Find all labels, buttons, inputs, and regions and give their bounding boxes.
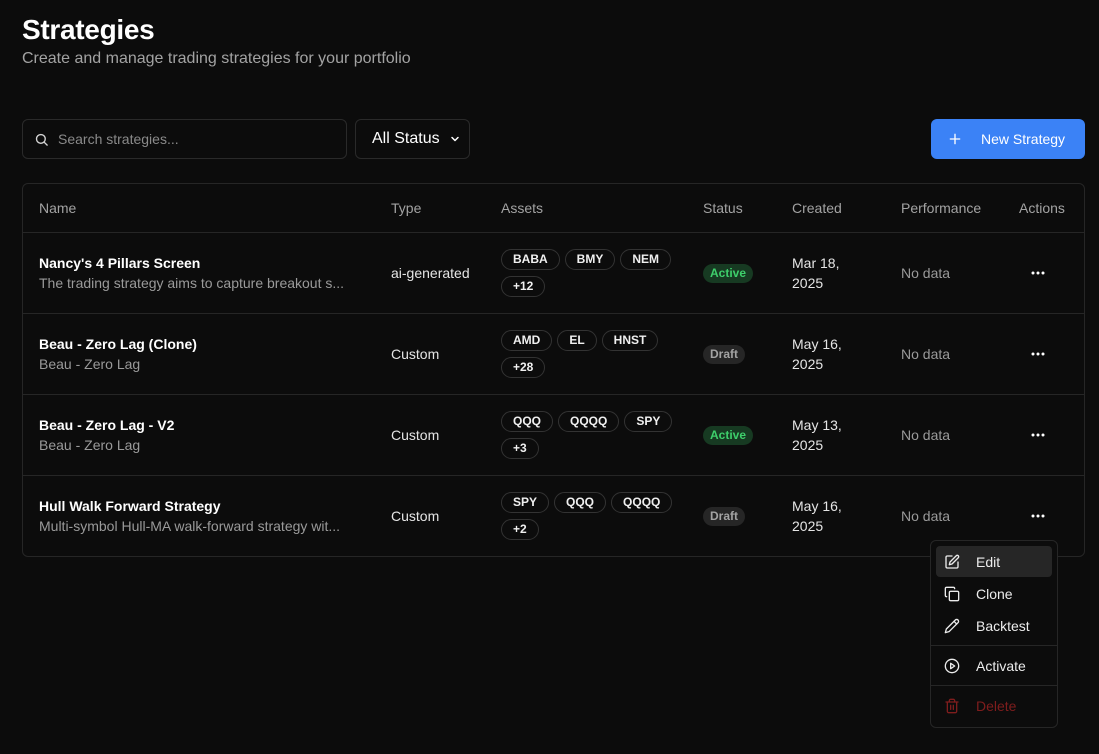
chevron-down-icon [451,136,459,142]
strategy-type: ai-generated [391,265,470,281]
strategy-description: The trading strategy aims to capture bre… [39,275,345,291]
asset-chip: EL [557,330,597,351]
status-filter-select[interactable]: All Status [355,119,470,159]
column-header-actions: Actions [1019,200,1065,216]
new-strategy-button[interactable]: New Strategy [931,119,1085,159]
strategy-name[interactable]: Beau - Zero Lag - V2 [39,415,359,435]
table-row[interactable]: Beau - Zero Lag (Clone) Beau - Zero Lag … [23,314,1084,395]
row-actions-menu: Edit Clone Backtest Activate Delete [930,540,1058,728]
strategy-type: Custom [391,427,440,443]
asset-more-chip: +2 [501,519,539,540]
more-horizontal-icon [1031,352,1045,356]
asset-chip: NEM [620,249,672,270]
status-badge: Draft [703,506,746,526]
status-badge: Active [703,263,754,283]
asset-chip: BABA [501,249,560,270]
row-actions-button[interactable] [1023,420,1053,450]
strategy-description: Beau - Zero Lag [39,437,141,453]
created-date: Mar 18, 2025 [792,255,840,291]
created-date: May 16, 2025 [792,498,842,534]
row-actions-button[interactable] [1023,339,1053,369]
asset-more-chip: +12 [501,276,546,297]
asset-chips: AMD EL HNST +28 [501,330,681,378]
menu-item-label: Delete [976,697,1017,714]
menu-divider [931,685,1057,686]
menu-item-clone[interactable]: Clone [936,578,1052,609]
asset-chip: BMY [564,249,616,270]
page-title: Strategies [22,14,155,45]
asset-more-chip: +3 [501,438,539,459]
status-filter-value: All Status [372,130,440,147]
column-header-status[interactable]: Status [703,184,743,233]
performance-value: No data [901,427,951,443]
asset-chip: QQQ [501,411,554,432]
asset-chips: SPY QQQ QQQQ +2 [501,492,681,540]
status-badge: Active [703,425,754,445]
menu-item-backtest[interactable]: Backtest [936,610,1052,641]
column-header-type[interactable]: Type [391,184,421,233]
asset-more-chip: +28 [501,357,546,378]
strategy-name[interactable]: Hull Walk Forward Strategy [39,496,359,516]
menu-divider [931,645,1057,646]
strategy-type: Custom [391,346,440,362]
created-date: May 16, 2025 [792,336,842,372]
asset-chip: AMD [501,330,553,351]
strategy-name[interactable]: Beau - Zero Lag (Clone) [39,334,359,354]
strategy-type: Custom [391,508,440,524]
menu-item-label: Activate [976,657,1026,674]
trash-icon [944,698,960,714]
menu-item-label: Edit [976,553,1001,570]
asset-chip: SPY [624,411,673,432]
asset-chip: QQQ [554,492,607,513]
strategy-description: Multi-symbol Hull-MA walk-forward strate… [39,518,341,534]
row-actions-button[interactable] [1023,258,1053,288]
column-header-name[interactable]: Name [39,184,76,233]
copy-icon [944,586,960,602]
status-badge: Draft [703,344,746,364]
asset-chips: BABA BMY NEM +12 [501,249,681,297]
pencil-icon [944,618,960,634]
asset-chip: HNST [601,330,659,351]
search-input[interactable] [58,131,328,147]
edit-icon [944,554,960,570]
table-row[interactable]: Hull Walk Forward Strategy Multi-symbol … [23,476,1084,557]
asset-chip: QQQQ [558,411,620,432]
page-header: Strategies Create and manage trading str… [22,12,411,70]
table-header: Name Type Assets Status Created Performa… [23,184,1084,233]
play-circle-icon [944,658,960,674]
column-header-assets[interactable]: Assets [501,184,543,233]
asset-chips: QQQ QQQQ SPY +3 [501,411,681,459]
created-date: May 13, 2025 [792,417,842,453]
search-icon [35,133,48,146]
more-horizontal-icon [1031,271,1045,275]
menu-item-delete[interactable]: Delete [936,690,1052,721]
search-box[interactable] [22,119,347,159]
menu-item-label: Backtest [976,617,1030,634]
column-header-performance[interactable]: Performance [901,184,981,233]
asset-chip: QQQQ [611,492,673,513]
new-strategy-label: New Strategy [981,131,1066,147]
menu-item-label: Clone [976,585,1013,602]
menu-item-edit[interactable]: Edit [936,546,1052,577]
column-header-created[interactable]: Created [792,184,842,233]
menu-item-activate[interactable]: Activate [936,650,1052,681]
strategies-table: Name Type Assets Status Created Performa… [22,183,1085,557]
strategy-description: Beau - Zero Lag [39,356,141,372]
row-actions-button[interactable] [1023,501,1053,531]
performance-value: No data [901,346,951,362]
page-subtitle: Create and manage trading strategies for… [22,50,411,67]
more-horizontal-icon [1031,514,1045,518]
table-row[interactable]: Nancy's 4 Pillars Screen The trading str… [23,233,1084,314]
asset-chip: SPY [501,492,550,513]
more-horizontal-icon [1031,433,1045,437]
table-row[interactable]: Beau - Zero Lag - V2 Beau - Zero Lag Cus… [23,395,1084,476]
strategy-name[interactable]: Nancy's 4 Pillars Screen [39,253,359,273]
performance-value: No data [901,508,951,524]
performance-value: No data [901,265,951,281]
plus-icon [947,131,963,147]
